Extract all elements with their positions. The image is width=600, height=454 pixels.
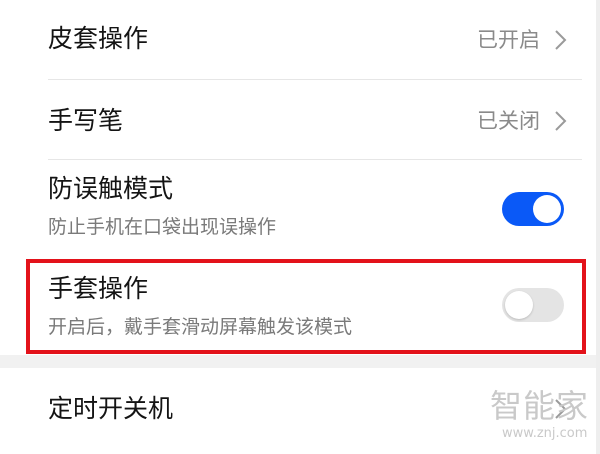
stylus-status: 已关闭 bbox=[477, 109, 540, 133]
section-gap bbox=[0, 355, 600, 368]
settings-item-stylus[interactable]: 手写笔 已关闭 bbox=[0, 80, 600, 160]
chevron-right-icon bbox=[555, 30, 567, 50]
stylus-title: 手写笔 bbox=[48, 106, 124, 135]
highlight-box bbox=[26, 259, 586, 354]
watermark-url: www.znj.com bbox=[502, 426, 588, 441]
screen-edge bbox=[596, 0, 600, 454]
leather-case-title: 皮套操作 bbox=[48, 24, 149, 53]
accidental-touch-description: 防止手机在口袋出现误操作 bbox=[48, 216, 277, 238]
watermark-logo: 智能家 www.znj.com bbox=[490, 388, 594, 450]
leather-case-status: 已开启 bbox=[477, 28, 540, 52]
accidental-touch-title: 防误触模式 bbox=[48, 174, 174, 203]
chevron-right-icon bbox=[555, 111, 567, 131]
accidental-touch-toggle[interactable] bbox=[502, 192, 564, 226]
settings-item-leather-case[interactable]: 皮套操作 已开启 bbox=[0, 0, 600, 80]
toggle-knob bbox=[533, 195, 561, 223]
watermark-text: 智能家 bbox=[490, 387, 590, 425]
settings-item-accidental-touch: 防误触模式 防止手机在口袋出现误操作 bbox=[0, 160, 600, 255]
scheduled-power-title: 定时开关机 bbox=[48, 394, 174, 423]
